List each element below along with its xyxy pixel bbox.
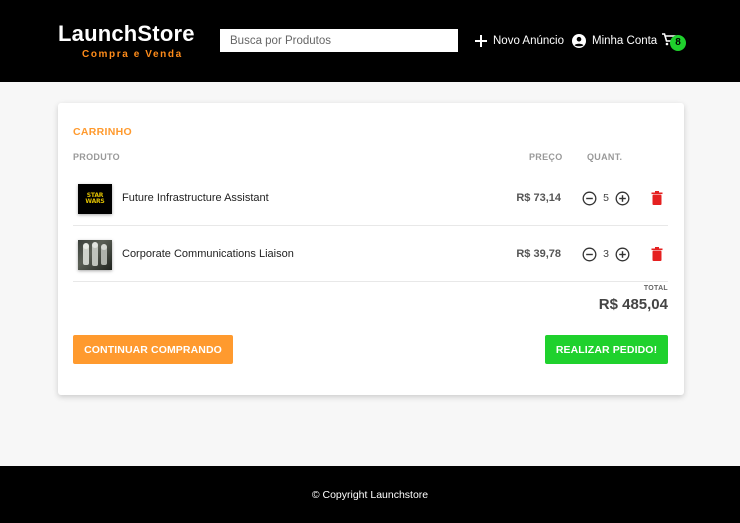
stormtroopers-image-icon[interactable]: [78, 240, 112, 270]
copyright-text: © Copyright Launchstore: [311, 488, 429, 501]
cart-item-row: STAR WARS Future Infrastructure Assistant…: [73, 171, 668, 226]
logo-subtitle: Compra e Venda: [82, 49, 183, 60]
account-circle-icon: [572, 34, 586, 48]
stormtroopers-image: [83, 242, 107, 266]
account-link[interactable]: Minha Conta: [572, 32, 657, 50]
column-header-quantity: QUANT.: [587, 152, 623, 162]
product-name[interactable]: Future Infrastructure Assistant: [122, 192, 269, 204]
total-label: TOTAL: [643, 285, 668, 292]
new-ad-link[interactable]: Novo Anúncio: [475, 32, 564, 50]
trash-icon[interactable]: [651, 247, 663, 261]
star-wars-logo-icon: STAR WARS: [85, 192, 105, 205]
product-thumbnail[interactable]: STAR WARS: [78, 184, 112, 214]
cart-count-badge: 8: [670, 35, 686, 51]
search-input[interactable]: [220, 29, 458, 52]
account-label: Minha Conta: [592, 35, 658, 47]
header: LaunchStore Compra e Venda Novo Anúncio …: [0, 0, 740, 82]
footer: © Copyright Launchstore: [0, 466, 740, 523]
product-price: R$ 39,78: [516, 248, 561, 260]
total-value: R$ 485,04: [598, 296, 668, 313]
place-order-button[interactable]: REALIZAR PEDIDO!: [545, 335, 668, 364]
plus-circle-icon[interactable]: [615, 191, 630, 206]
minus-circle-icon[interactable]: [582, 247, 597, 262]
logo-title: LaunchStore: [58, 21, 195, 46]
plus-icon: [475, 35, 487, 47]
cart-card: CARRINHO PRODUTO PREÇO QUANT. STAR WARS F…: [58, 103, 684, 395]
quantity-value: 5: [603, 192, 609, 204]
continue-shopping-button[interactable]: CONTINUAR COMPRANDO: [73, 335, 233, 364]
trash-icon[interactable]: [651, 191, 663, 205]
plus-circle-icon[interactable]: [615, 247, 630, 262]
column-header-price: PREÇO: [529, 152, 563, 162]
cart-button[interactable]: 8: [662, 33, 686, 51]
product-price: R$ 73,14: [516, 192, 561, 204]
logo[interactable]: LaunchStore Compra e Venda: [58, 21, 198, 61]
new-ad-label: Novo Anúncio: [493, 35, 564, 47]
quantity-value: 3: [603, 248, 609, 260]
quantity-stepper: 3: [582, 246, 630, 262]
cart-item-row: Corporate Communications Liaison R$ 39,7…: [73, 227, 668, 282]
product-name[interactable]: Corporate Communications Liaison: [122, 248, 294, 260]
cart-title: CARRINHO: [73, 126, 132, 138]
quantity-stepper: 5: [582, 190, 630, 206]
column-header-product: PRODUTO: [73, 152, 120, 162]
minus-circle-icon[interactable]: [582, 191, 597, 206]
